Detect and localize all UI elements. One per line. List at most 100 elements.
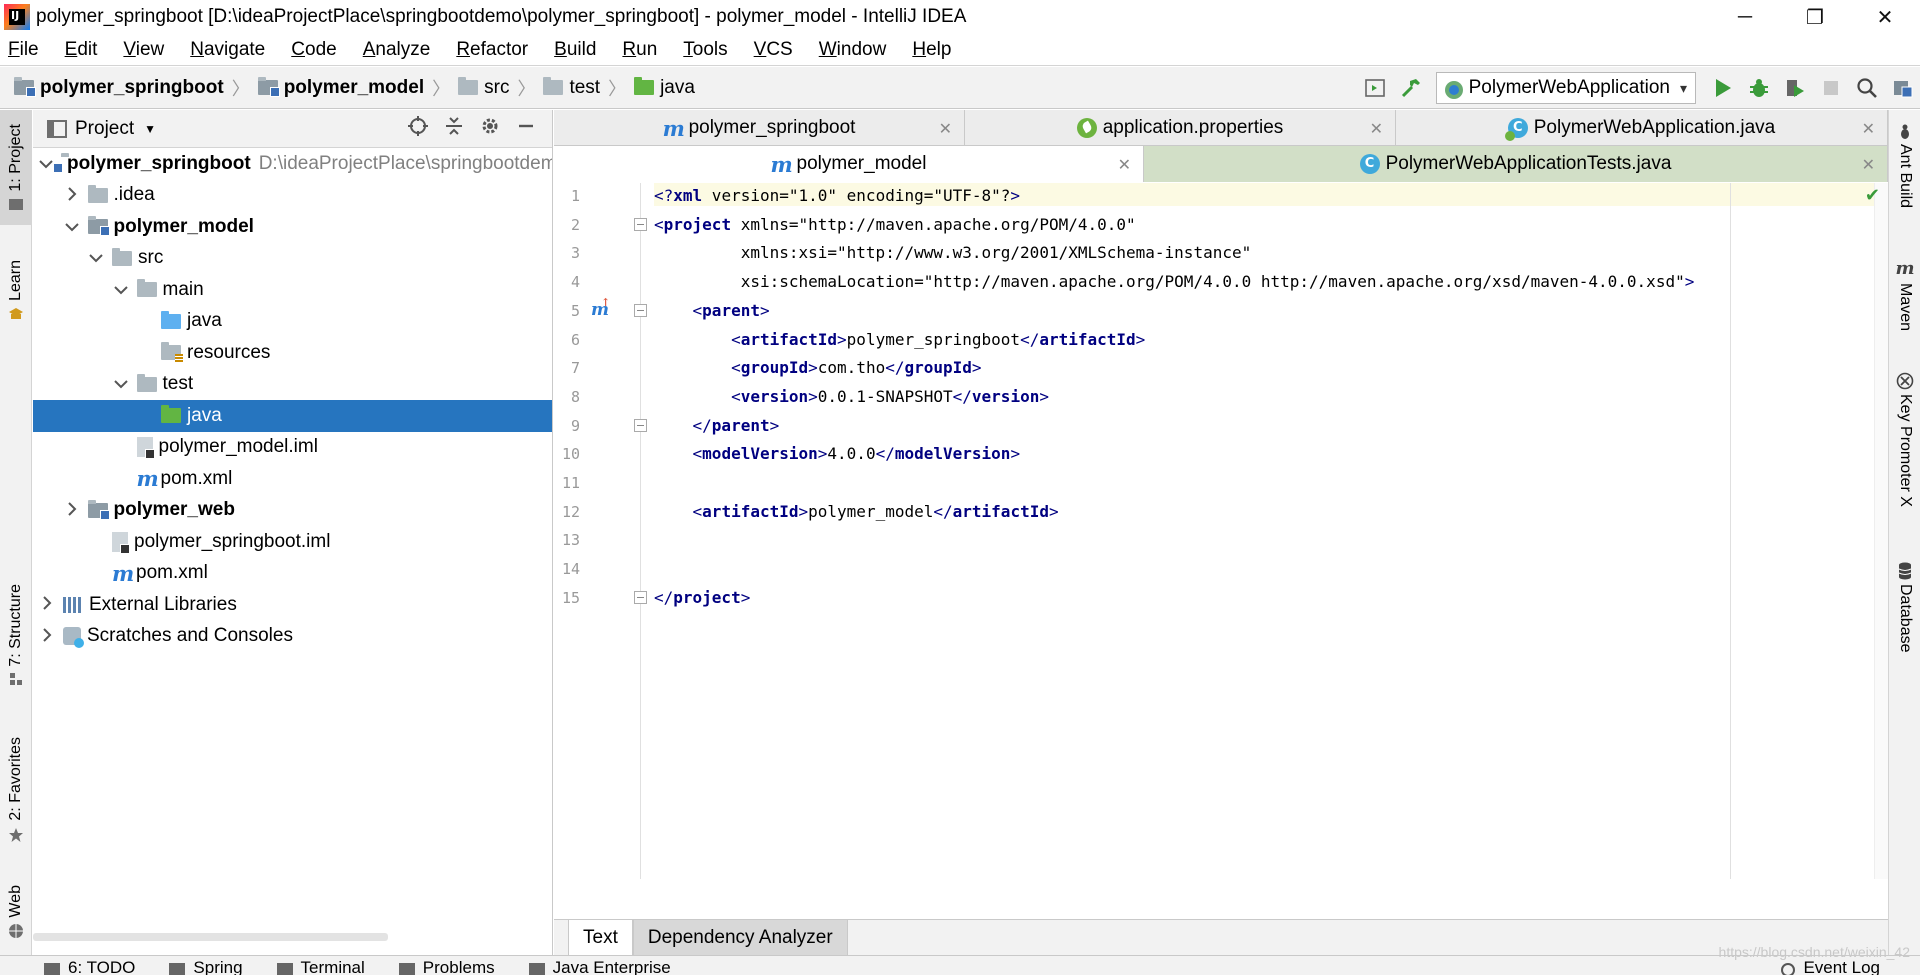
- code-content[interactable]: <?xml version="1.0" encoding="UTF-8"?> <p…: [654, 183, 1888, 879]
- hide-panel-icon[interactable]: [508, 116, 544, 142]
- fold-marker-icon[interactable]: [634, 303, 647, 317]
- chevron-right-icon[interactable]: [64, 502, 80, 519]
- tool-tab-ant-build[interactable]: Ant Build: [1889, 124, 1920, 208]
- chevron-right-icon[interactable]: [39, 596, 55, 613]
- tool-tab-favorites[interactable]: 2: Favorites: [0, 730, 32, 850]
- vertical-scrollbar[interactable]: [1874, 183, 1888, 879]
- status-tool-6-todo[interactable]: 6: TODO: [44, 956, 135, 975]
- code-line[interactable]: <modelVersion>4.0.0</modelVersion>: [654, 442, 1021, 465]
- code-line[interactable]: <artifactId>polymer_model</artifactId>: [654, 500, 1059, 523]
- code-line[interactable]: <artifactId>polymer_springboot</artifact…: [654, 328, 1145, 351]
- breadcrumb-item[interactable]: test: [543, 77, 600, 99]
- tool-tab-key-promoter[interactable]: Key Promoter X: [1889, 372, 1920, 507]
- menu-edit[interactable]: Edit: [61, 37, 102, 63]
- tool-tab-learn[interactable]: Learn: [0, 250, 32, 330]
- menu-code[interactable]: Code: [287, 37, 340, 63]
- locate-file-icon[interactable]: [400, 115, 436, 143]
- menu-build[interactable]: Build: [550, 37, 600, 63]
- search-icon[interactable]: [1850, 71, 1884, 105]
- status-tool-terminal[interactable]: Terminal: [276, 956, 365, 975]
- close-icon[interactable]: ✕: [1862, 119, 1875, 139]
- chevron-down-icon[interactable]: [113, 282, 129, 298]
- stop-icon[interactable]: [1814, 71, 1848, 105]
- close-icon[interactable]: ✕: [939, 119, 952, 139]
- tree-node[interactable]: main: [33, 274, 552, 306]
- debug-icon[interactable]: [1742, 71, 1776, 105]
- tree-node[interactable]: src: [33, 243, 552, 275]
- run-with-coverage-icon[interactable]: [1778, 71, 1812, 105]
- tree-node[interactable]: Scratches and Consoles: [33, 621, 552, 653]
- tool-tab-database[interactable]: Database: [1889, 562, 1920, 653]
- close-icon[interactable]: ✕: [1118, 155, 1131, 175]
- menu-window[interactable]: Window: [815, 37, 891, 63]
- tree-node[interactable]: polymer_model.iml: [33, 432, 552, 464]
- run-configuration-select[interactable]: PolymerWebApplication ▾: [1435, 72, 1696, 104]
- code-line[interactable]: xsi:schemaLocation="http://maven.apache.…: [654, 270, 1695, 293]
- tree-node[interactable]: polymer_springboot.iml: [33, 526, 552, 558]
- tree-node[interactable]: polymer_model: [33, 211, 552, 243]
- breadcrumb-item[interactable]: polymer_springboot: [14, 77, 224, 99]
- breadcrumb-item[interactable]: polymer_model: [257, 77, 424, 99]
- tree-node[interactable]: polymer_springboot D:\ideaProjectPlace\sp…: [33, 148, 552, 180]
- close-icon[interactable]: ✕: [1862, 155, 1875, 175]
- chevron-down-icon[interactable]: [64, 219, 80, 235]
- tree-node[interactable]: java: [33, 400, 552, 432]
- code-line[interactable]: <version>0.0.1-SNAPSHOT</version>: [654, 385, 1049, 408]
- project-view-selector[interactable]: Project: [75, 118, 134, 140]
- tool-tab-web[interactable]: Web: [0, 872, 32, 952]
- tool-tab-structure[interactable]: 7: Structure: [0, 575, 32, 695]
- chevron-down-icon[interactable]: [88, 250, 104, 266]
- status-tool-spring[interactable]: Spring: [169, 956, 243, 975]
- menu-vcs[interactable]: VCS: [750, 37, 797, 63]
- menu-run[interactable]: Run: [618, 37, 661, 63]
- close-icon[interactable]: ✕: [1370, 119, 1383, 139]
- tree-node[interactable]: test: [33, 369, 552, 401]
- code-line[interactable]: <?xml version="1.0" encoding="UTF-8"?>: [654, 184, 1020, 207]
- tree-node[interactable]: m pom.xml: [33, 558, 552, 590]
- collapse-all-icon[interactable]: [436, 115, 472, 143]
- project-structure-icon[interactable]: [1886, 71, 1920, 105]
- code-line[interactable]: <parent>: [654, 299, 770, 322]
- gear-icon[interactable]: [472, 115, 508, 143]
- chevron-right-icon[interactable]: [39, 628, 55, 645]
- tree-node[interactable]: m pom.xml: [33, 463, 552, 495]
- build-hammer-icon[interactable]: [1394, 71, 1428, 105]
- chevron-right-icon[interactable]: [64, 187, 80, 204]
- tree-node[interactable]: java: [33, 306, 552, 338]
- code-line[interactable]: <project xmlns="http://maven.apache.org/…: [654, 213, 1136, 236]
- menu-refactor[interactable]: Refactor: [452, 37, 532, 63]
- tree-node[interactable]: polymer_web: [33, 495, 552, 527]
- menu-help[interactable]: Help: [908, 37, 955, 63]
- status-tool-java-enterprise[interactable]: Java Enterprise: [528, 956, 671, 975]
- tree-node[interactable]: .idea: [33, 180, 552, 212]
- chevron-down-icon[interactable]: [39, 156, 53, 172]
- maven-parent-gutter-icon[interactable]: m: [591, 296, 610, 320]
- editor-bottom-tab-text[interactable]: Text: [568, 920, 633, 955]
- close-button[interactable]: ✕: [1850, 0, 1920, 34]
- menu-file[interactable]: File: [4, 37, 43, 63]
- code-line[interactable]: </project>: [654, 586, 750, 609]
- tree-node[interactable]: External Libraries: [33, 589, 552, 621]
- chevron-down-icon[interactable]: ▼: [144, 122, 156, 136]
- menu-view[interactable]: View: [119, 37, 168, 63]
- chevron-down-icon[interactable]: [113, 376, 129, 392]
- status-tool-problems[interactable]: Problems: [398, 956, 495, 975]
- minimize-button[interactable]: ─: [1710, 0, 1780, 34]
- breadcrumb-item[interactable]: src: [458, 77, 509, 99]
- fold-marker-icon[interactable]: [634, 590, 647, 604]
- editor-tab[interactable]: application.properties ✕: [965, 110, 1396, 146]
- editor-bottom-tab-dependency-analyzer[interactable]: Dependency Analyzer: [632, 920, 848, 955]
- editor-tab[interactable]: m polymer_springboot ✕: [554, 110, 965, 146]
- code-editor[interactable]: 123456789101112131415m <?xml version="1.…: [554, 183, 1888, 879]
- breadcrumb-item[interactable]: java: [634, 77, 695, 99]
- build-target-icon[interactable]: [1358, 71, 1392, 105]
- menu-navigate[interactable]: Navigate: [186, 37, 269, 63]
- code-line[interactable]: xmlns:xsi="http://www.w3.org/2001/XMLSch…: [654, 241, 1252, 264]
- horizontal-scrollbar[interactable]: [33, 933, 388, 941]
- fold-marker-icon[interactable]: [634, 418, 647, 432]
- code-line[interactable]: <groupId>com.tho</groupId>: [654, 356, 982, 379]
- run-icon[interactable]: [1706, 71, 1740, 105]
- menu-tools[interactable]: Tools: [679, 37, 731, 63]
- editor-tab[interactable]: m polymer_model ✕: [554, 146, 1144, 182]
- code-line[interactable]: </parent>: [654, 414, 780, 437]
